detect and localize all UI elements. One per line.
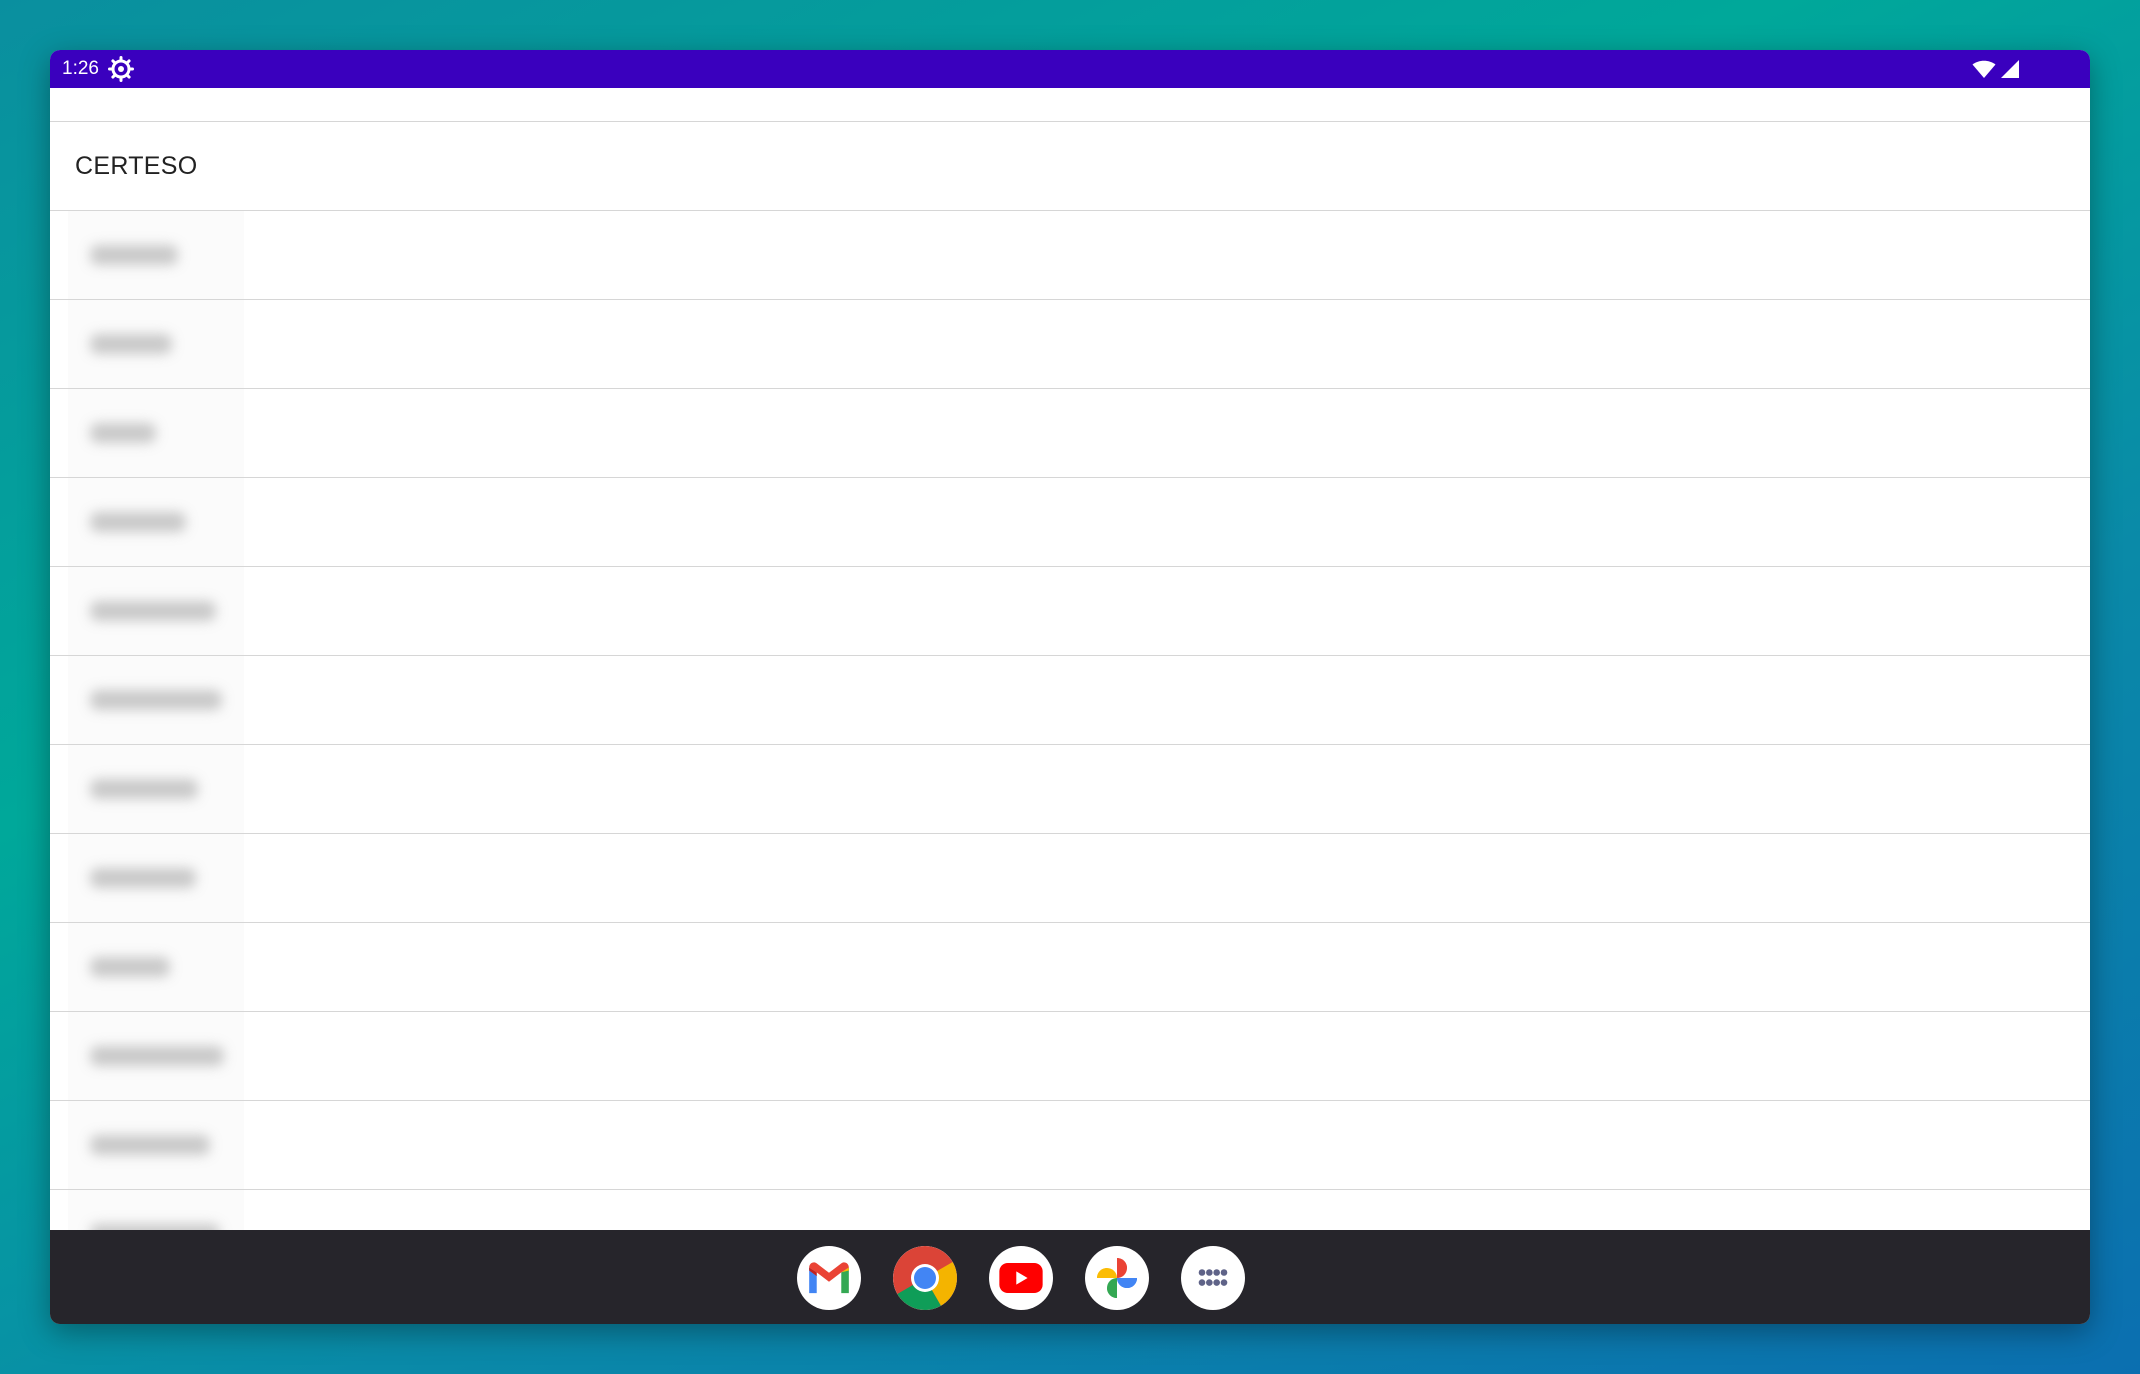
list-item[interactable] (50, 1101, 2090, 1190)
status-time: 1:26 (62, 58, 99, 79)
redacted-area (68, 389, 244, 477)
list-item[interactable] (50, 923, 2090, 1012)
gmail-icon[interactable] (797, 1246, 861, 1310)
list-item[interactable] (50, 656, 2090, 745)
redacted-text (90, 1046, 224, 1066)
redacted-text (90, 245, 178, 265)
redacted-area (68, 834, 244, 922)
list-item[interactable] (50, 389, 2090, 478)
cell-signal-icon (2000, 59, 2020, 79)
redacted-text (90, 512, 186, 532)
app-content: CERTESO (50, 88, 2090, 1280)
redacted-area (68, 211, 244, 299)
list-item[interactable] (50, 567, 2090, 656)
redacted-text (90, 601, 216, 621)
redacted-text (90, 334, 172, 354)
redacted-text (90, 423, 156, 443)
google-photos-icon[interactable] (1085, 1246, 1149, 1310)
top-spacer (50, 88, 2090, 122)
list-item[interactable] (50, 211, 2090, 300)
redacted-area (68, 656, 244, 744)
redacted-area (68, 567, 244, 655)
redacted-text (90, 868, 196, 888)
status-bar: 1:26 (50, 50, 2090, 88)
settings-gear-icon (108, 56, 134, 82)
tablet-screen: 1:26 CERTESO (50, 50, 2090, 1324)
list-item[interactable] (50, 478, 2090, 567)
redacted-area (68, 300, 244, 388)
list-item[interactable] (50, 300, 2090, 389)
list-item[interactable] (50, 745, 2090, 834)
app-drawer-icon[interactable] (1181, 1246, 1245, 1310)
app-dock (797, 1246, 1245, 1310)
list-item[interactable] (50, 1012, 2090, 1101)
header-title: CERTESO (75, 151, 198, 180)
chrome-icon[interactable] (893, 1246, 957, 1310)
redacted-area (68, 923, 244, 1011)
redacted-area (68, 1012, 244, 1100)
youtube-icon[interactable] (989, 1246, 1053, 1310)
wifi-icon (1972, 59, 1996, 79)
redacted-area (68, 745, 244, 833)
redacted-text (90, 957, 170, 977)
taskbar (50, 1230, 2090, 1324)
redacted-text (90, 690, 222, 710)
list-header: CERTESO (50, 122, 2090, 211)
list-item[interactable] (50, 834, 2090, 923)
redacted-area (68, 478, 244, 566)
redacted-text (90, 1135, 210, 1155)
redacted-text (90, 779, 198, 799)
redacted-area (68, 1101, 244, 1189)
